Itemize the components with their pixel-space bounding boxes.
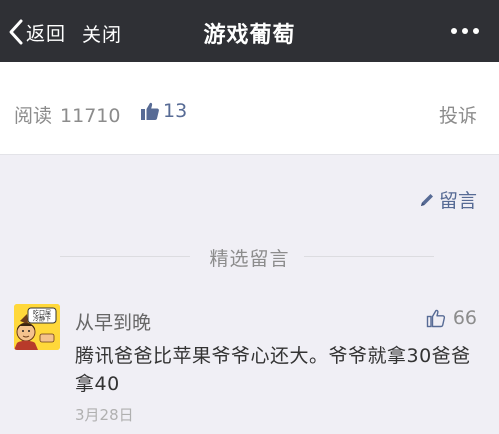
like-button[interactable]: 13 — [140, 100, 187, 122]
dot — [451, 28, 457, 34]
cartoon-avatar-image: 吃口屎 冷静下 — [14, 304, 60, 350]
read-label: 阅读 — [14, 105, 53, 127]
section-label: 精选留言 — [209, 248, 290, 270]
chevron-left-icon — [9, 19, 23, 45]
write-comment-label: 留言 — [438, 190, 477, 212]
dot — [462, 28, 468, 34]
back-button[interactable]: 返回 — [8, 16, 66, 48]
comment-like-button[interactable]: 66 — [426, 307, 477, 329]
avatar[interactable]: 吃口屎 冷静下 — [14, 304, 60, 350]
comment-item: 吃口屎 冷静下 从早到晚 66 腾讯爸爸比苹果爷爷心还大。爷爷就拿30爸爸拿40… — [0, 300, 499, 434]
comment-date: 3月28日 — [75, 406, 134, 424]
page-title: 游戏葡萄 — [203, 23, 296, 48]
back-label: 返回 — [26, 22, 67, 45]
thumbs-up-filled-icon — [141, 102, 159, 120]
pencil-icon — [420, 193, 433, 206]
report-button[interactable]: 投诉 — [439, 101, 477, 128]
read-count: 阅读 11710 — [14, 101, 120, 128]
article-stats-card: 阅读 11710 13 投诉 — [0, 62, 499, 155]
like-count: 13 — [163, 100, 188, 122]
top-nav-bar: 返回 关闭 游戏葡萄 — [0, 0, 499, 62]
write-comment-button[interactable]: 留言 — [419, 186, 477, 213]
more-dots-icon[interactable] — [451, 28, 479, 34]
read-number: 11710 — [60, 105, 121, 127]
thumbs-up-outline-icon — [426, 309, 445, 328]
comment-like-count: 66 — [452, 307, 477, 329]
comment-text: 腾讯爸爸比苹果爷爷心还大。爷爷就拿30爸爸拿40 — [75, 345, 471, 395]
avatar-bubble-text-2: 冷静下 — [33, 315, 51, 323]
dot — [473, 28, 479, 34]
commenter-name[interactable]: 从早到晚 — [75, 308, 151, 335]
close-button[interactable]: 关闭 — [82, 20, 122, 47]
featured-comments-divider: 精选留言 — [0, 244, 499, 270]
